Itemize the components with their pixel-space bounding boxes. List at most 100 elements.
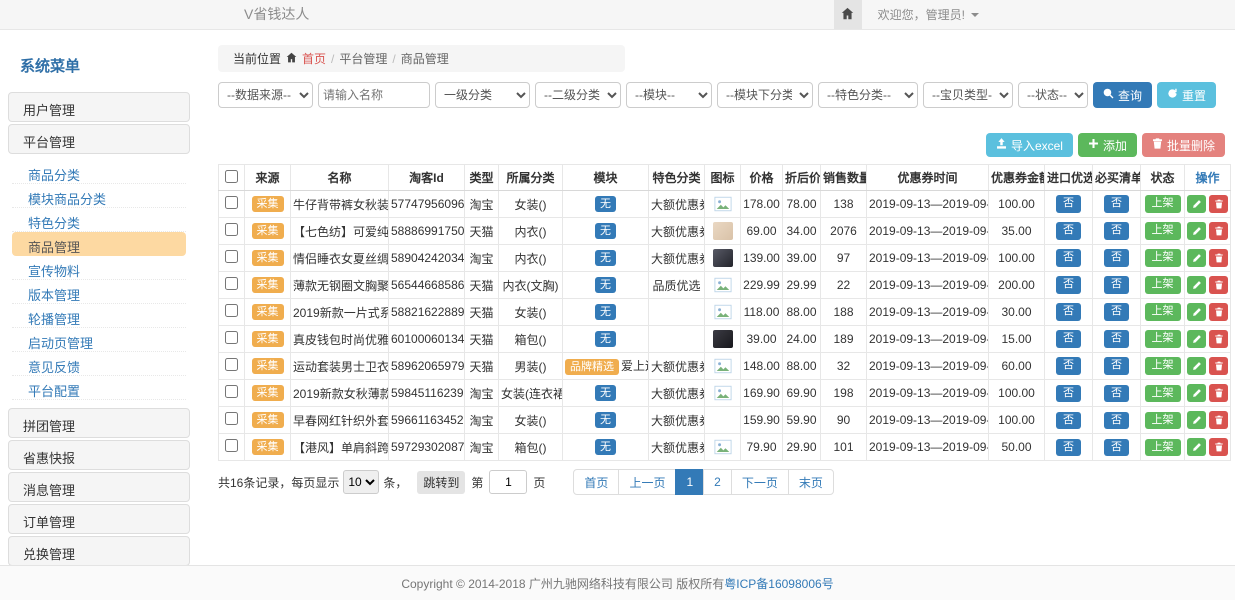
sidebar-subitem[interactable]: 宣传物料 bbox=[12, 256, 186, 280]
module-badge[interactable]: 无 bbox=[595, 250, 616, 266]
edit-button[interactable] bbox=[1187, 330, 1206, 348]
edit-button[interactable] bbox=[1187, 195, 1206, 213]
module-badge[interactable]: 无 bbox=[595, 331, 616, 347]
filter-select[interactable]: --宝贝类型-- bbox=[923, 82, 1013, 108]
import-select-toggle[interactable]: 否 bbox=[1056, 276, 1081, 293]
status-toggle[interactable]: 上架 bbox=[1145, 249, 1181, 266]
edit-button[interactable] bbox=[1187, 411, 1206, 429]
edit-button[interactable] bbox=[1187, 222, 1206, 240]
edit-button[interactable] bbox=[1187, 249, 1206, 267]
delete-button[interactable] bbox=[1209, 357, 1228, 375]
must-buy-toggle[interactable]: 否 bbox=[1104, 385, 1129, 402]
delete-button[interactable] bbox=[1209, 384, 1228, 402]
filter-select[interactable]: --模块下分类-- bbox=[717, 82, 813, 108]
delete-button[interactable] bbox=[1209, 303, 1228, 321]
must-buy-toggle[interactable]: 否 bbox=[1104, 249, 1129, 266]
pager-button[interactable]: 2 bbox=[703, 469, 732, 495]
delete-button[interactable] bbox=[1209, 330, 1228, 348]
row-checkbox[interactable] bbox=[225, 277, 238, 290]
jump-button[interactable]: 跳转到 bbox=[417, 471, 465, 494]
select-all-checkbox[interactable] bbox=[225, 170, 238, 183]
must-buy-toggle[interactable]: 否 bbox=[1104, 412, 1129, 429]
module-badge[interactable]: 无 bbox=[595, 277, 616, 293]
delete-button[interactable] bbox=[1209, 195, 1228, 213]
row-checkbox[interactable] bbox=[225, 439, 238, 452]
module-badge[interactable]: 品牌精选 bbox=[565, 359, 619, 375]
sidebar-subitem[interactable]: 商品分类 bbox=[12, 160, 186, 184]
reset-button[interactable]: 重置 bbox=[1157, 82, 1216, 108]
status-toggle[interactable]: 上架 bbox=[1145, 357, 1181, 374]
sidebar-subitem[interactable]: 平台配置 bbox=[12, 376, 186, 400]
name-search-input[interactable] bbox=[318, 82, 430, 108]
must-buy-toggle[interactable]: 否 bbox=[1104, 303, 1129, 320]
edit-button[interactable] bbox=[1187, 357, 1206, 375]
must-buy-toggle[interactable]: 否 bbox=[1104, 330, 1129, 347]
sidebar-subitem[interactable]: 启动页管理 bbox=[12, 328, 186, 352]
status-toggle[interactable]: 上架 bbox=[1145, 439, 1181, 456]
pager-button[interactable]: 末页 bbox=[788, 469, 834, 495]
import-select-toggle[interactable]: 否 bbox=[1056, 357, 1081, 374]
filter-select[interactable]: --数据来源-- bbox=[218, 82, 313, 108]
import-select-toggle[interactable]: 否 bbox=[1056, 385, 1081, 402]
row-checkbox[interactable] bbox=[225, 304, 238, 317]
row-checkbox[interactable] bbox=[225, 331, 238, 344]
batch-delete-button[interactable]: 批量删除 bbox=[1142, 133, 1225, 157]
status-toggle[interactable]: 上架 bbox=[1145, 330, 1181, 347]
module-badge[interactable]: 无 bbox=[595, 439, 616, 455]
pager-button[interactable]: 下一页 bbox=[731, 469, 789, 495]
must-buy-toggle[interactable]: 否 bbox=[1104, 439, 1129, 456]
status-toggle[interactable]: 上架 bbox=[1145, 303, 1181, 320]
sidebar-subitem[interactable]: 轮播管理 bbox=[12, 304, 186, 328]
filter-select[interactable]: --二级分类-- bbox=[535, 82, 621, 108]
status-toggle[interactable]: 上架 bbox=[1145, 385, 1181, 402]
filter-select[interactable]: 一级分类 bbox=[435, 82, 530, 108]
sidebar-group[interactable]: 省惠快报 bbox=[8, 440, 190, 470]
sidebar-subitem[interactable]: 商品管理 bbox=[12, 232, 186, 256]
sidebar-group[interactable]: 订单管理 bbox=[8, 504, 190, 534]
delete-button[interactable] bbox=[1209, 249, 1228, 267]
sidebar-group[interactable]: 平台管理 bbox=[8, 124, 190, 154]
sidebar-subitem[interactable]: 意见反馈 bbox=[12, 352, 186, 376]
breadcrumb-home-link[interactable]: 首页 bbox=[302, 50, 326, 67]
row-checkbox[interactable] bbox=[225, 412, 238, 425]
search-button[interactable]: 查询 bbox=[1093, 82, 1152, 108]
import-select-toggle[interactable]: 否 bbox=[1056, 195, 1081, 212]
row-checkbox[interactable] bbox=[225, 385, 238, 398]
delete-button[interactable] bbox=[1209, 438, 1228, 456]
per-page-select[interactable]: 10 bbox=[343, 470, 379, 494]
icp-link[interactable]: 粤ICP备16098006号 bbox=[724, 575, 833, 592]
user-menu[interactable]: 欢迎您，管理员! bbox=[862, 0, 1235, 29]
import-select-toggle[interactable]: 否 bbox=[1056, 412, 1081, 429]
pager-button[interactable]: 首页 bbox=[573, 469, 619, 495]
must-buy-toggle[interactable]: 否 bbox=[1104, 222, 1129, 239]
delete-button[interactable] bbox=[1209, 411, 1228, 429]
status-toggle[interactable]: 上架 bbox=[1145, 222, 1181, 239]
filter-select[interactable]: --特色分类-- bbox=[818, 82, 918, 108]
module-badge[interactable]: 无 bbox=[595, 304, 616, 320]
edit-button[interactable] bbox=[1187, 303, 1206, 321]
module-badge[interactable]: 无 bbox=[595, 412, 616, 428]
import-select-toggle[interactable]: 否 bbox=[1056, 303, 1081, 320]
module-badge[interactable]: 无 bbox=[595, 223, 616, 239]
pager-button[interactable]: 1 bbox=[675, 469, 704, 495]
sidebar-group[interactable]: 兑换管理 bbox=[8, 536, 190, 566]
status-toggle[interactable]: 上架 bbox=[1145, 195, 1181, 212]
delete-button[interactable] bbox=[1209, 222, 1228, 240]
sidebar-subitem[interactable]: 特色分类 bbox=[12, 208, 186, 232]
edit-button[interactable] bbox=[1187, 384, 1206, 402]
must-buy-toggle[interactable]: 否 bbox=[1104, 195, 1129, 212]
import-select-toggle[interactable]: 否 bbox=[1056, 249, 1081, 266]
row-checkbox[interactable] bbox=[225, 358, 238, 371]
status-toggle[interactable]: 上架 bbox=[1145, 412, 1181, 429]
import-select-toggle[interactable]: 否 bbox=[1056, 330, 1081, 347]
must-buy-toggle[interactable]: 否 bbox=[1104, 276, 1129, 293]
pager-button[interactable]: 上一页 bbox=[618, 469, 676, 495]
sidebar-group[interactable]: 消息管理 bbox=[8, 472, 190, 502]
module-badge[interactable]: 无 bbox=[595, 385, 616, 401]
edit-button[interactable] bbox=[1187, 438, 1206, 456]
filter-select[interactable]: --状态-- bbox=[1018, 82, 1088, 108]
add-button[interactable]: 添加 bbox=[1078, 133, 1137, 157]
row-checkbox[interactable] bbox=[225, 196, 238, 209]
module-badge[interactable]: 无 bbox=[595, 196, 616, 212]
import-select-toggle[interactable]: 否 bbox=[1056, 439, 1081, 456]
